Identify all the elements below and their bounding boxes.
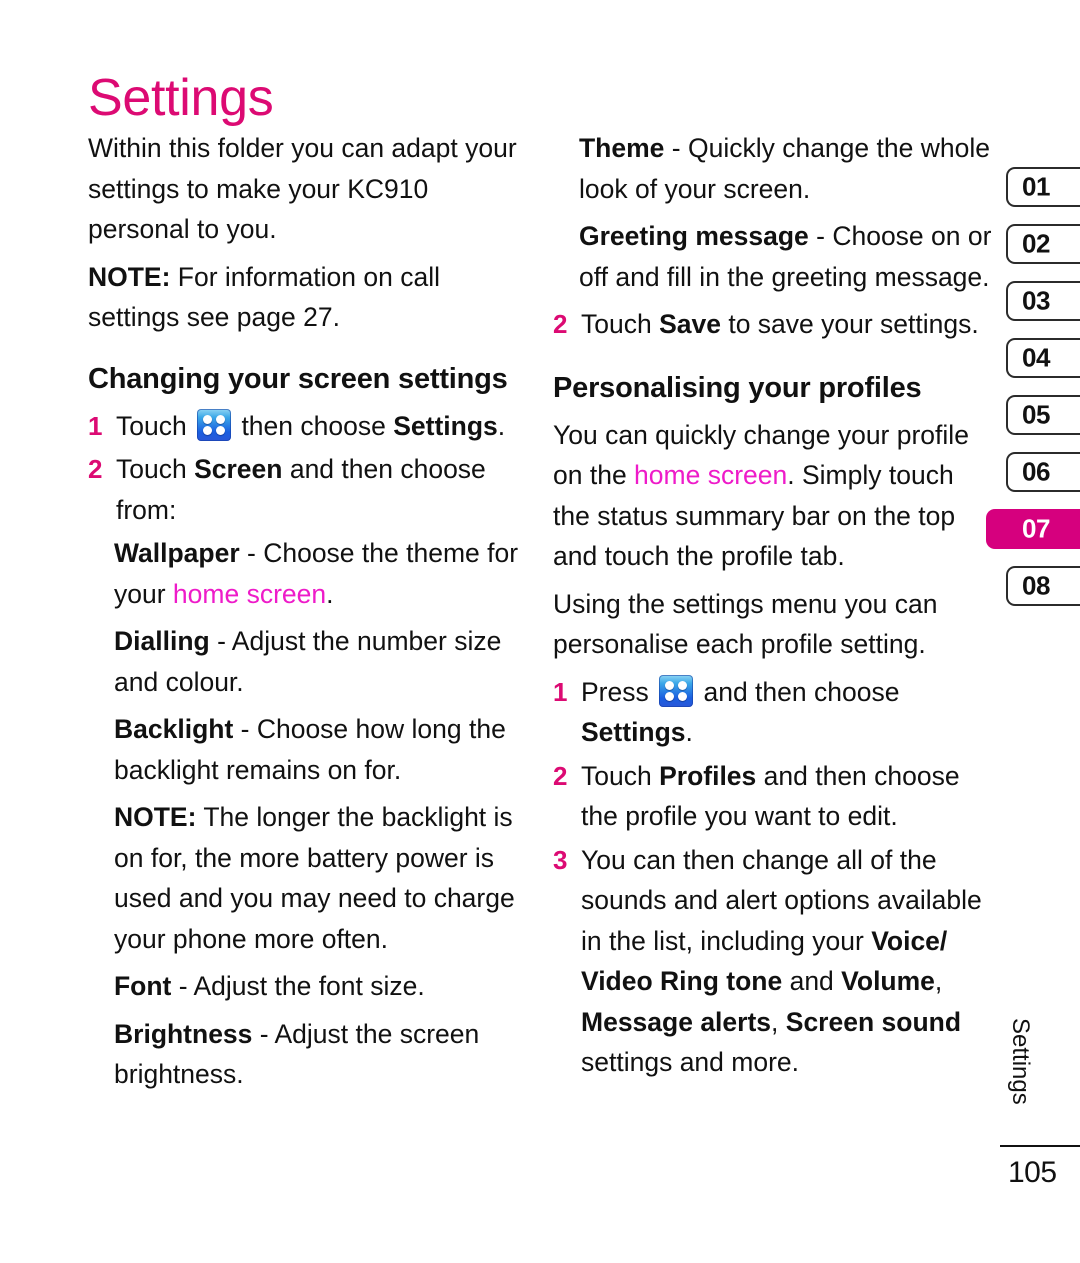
step-number: 2: [553, 309, 568, 339]
chapter-tab-07-active[interactable]: 07: [986, 509, 1080, 549]
page-number: 105: [1008, 1156, 1057, 1189]
step-bold-term: Save: [659, 309, 721, 339]
step-number: 2: [88, 454, 103, 484]
chapter-tab-03[interactable]: 03: [1006, 281, 1080, 321]
step-number: 1: [553, 676, 568, 707]
left-column: Within this folder you can adapt your se…: [88, 128, 528, 1102]
definition-font: Font - Adjust the font size.: [88, 966, 528, 1007]
chapter-tab-08[interactable]: 08: [1006, 566, 1080, 606]
menu-grid-icon: [659, 674, 694, 707]
definition-wallpaper: Wallpaper - Choose the theme for your ho…: [88, 533, 528, 614]
step-text-mid: and then choose: [696, 676, 900, 707]
profiles-paragraph-1: You can quickly change your profile on t…: [553, 415, 993, 577]
vertical-chapter-label: Settings: [1006, 1018, 1046, 1136]
menu-dot-4: [216, 425, 226, 435]
step-bold-term: Settings: [581, 717, 686, 747]
step3-bold-volume: Volume: [841, 966, 935, 996]
chapter-tab-04[interactable]: 04: [1006, 338, 1080, 378]
step3-text-e: ,: [771, 1006, 786, 1037]
definition-text-end: .: [326, 578, 334, 609]
heading-changing-screen-settings: Changing your screen settings: [88, 362, 508, 395]
step-text-before: Touch: [581, 760, 660, 791]
document-page: Settings Within this folder you can adap…: [0, 0, 1080, 1263]
home-screen-highlight: home screen: [172, 578, 327, 609]
menu-dot-3: [203, 425, 213, 435]
chapter-tab-label: 02: [1022, 228, 1050, 259]
list-item-step-2-save: 2 Touch Save to save your settings.: [553, 304, 993, 345]
definition-term: Backlight: [114, 714, 234, 744]
chapter-tab-label: 04: [1022, 342, 1050, 373]
step-bold-term: Screen: [194, 454, 283, 484]
step3-text-c: and: [782, 966, 842, 996]
note-paragraph-1: NOTE: For information on call settings s…: [88, 257, 528, 338]
definition-dialling: Dialling - Adjust the number size and co…: [88, 621, 528, 702]
definition-text: - Adjust the font size.: [171, 971, 425, 1001]
chapter-tab-05[interactable]: 05: [1006, 395, 1080, 435]
menu-dot-2: [678, 680, 688, 690]
menu-dot-1: [665, 680, 675, 690]
menu-dot-1: [203, 414, 213, 424]
chapter-tab-label: 06: [1022, 456, 1050, 487]
step-text-after: .: [497, 410, 506, 441]
step-text-before: Touch: [116, 454, 195, 484]
definition-term: Theme: [579, 133, 665, 163]
menu-dot-3: [665, 691, 675, 701]
step-bold-term: Settings: [393, 410, 498, 441]
step-number: 1: [88, 410, 103, 441]
definition-backlight: Backlight - Choose how long the backligh…: [88, 709, 528, 790]
chapter-tab-label: 01: [1022, 171, 1050, 202]
chapter-tab-label: 08: [1022, 570, 1050, 601]
profiles-paragraph-2: Using the settings menu you can personal…: [553, 588, 938, 660]
home-screen-highlight: home screen: [634, 460, 788, 490]
note-label: NOTE:: [114, 802, 197, 832]
chapter-tab-01[interactable]: 01: [1006, 167, 1080, 207]
chapter-tab-02[interactable]: 02: [1006, 224, 1080, 264]
intro-paragraph: Within this folder you can adapt your se…: [88, 133, 517, 244]
step-text-after: .: [685, 717, 693, 747]
chapter-tab-06[interactable]: 06: [1006, 452, 1080, 492]
list-item-step-2-left: 2 Touch Screen and then choose from:: [88, 449, 528, 530]
step3-text-f: settings and more.: [581, 1047, 800, 1077]
definition-term: Font: [114, 971, 172, 1001]
step3-text-d: ,: [934, 966, 943, 996]
chapter-tab-label: 03: [1022, 285, 1050, 316]
step3-bold-message-alerts: Message alerts: [581, 1006, 772, 1037]
step-text-before: Touch: [116, 410, 195, 441]
step-text-before: Press: [581, 676, 657, 707]
step-number: 2: [553, 760, 568, 791]
definition-term: Wallpaper: [114, 538, 240, 568]
heading-personalising-profiles: Personalising your profiles: [553, 371, 922, 404]
step-text-after: to save your settings.: [720, 309, 979, 339]
vertical-chapter-text: Settings: [1007, 1018, 1034, 1105]
definition-term: Dialling: [114, 626, 210, 656]
step3-bold-screen-sound: Screen sound: [785, 1006, 962, 1037]
step-text-mid: then choose: [234, 410, 394, 441]
menu-dot-2: [216, 414, 226, 424]
list-item-step-2-profiles: 2 Touch Profiles and then choose the prof…: [553, 756, 993, 837]
chapter-tabs: 01 02 03 04 05 06 07 08: [986, 167, 1080, 623]
definition-theme: Theme - Quickly change the whole look of…: [553, 128, 993, 209]
menu-grid-icon: [197, 408, 232, 441]
definition-brightness: Brightness - Adjust the screen brightnes…: [88, 1014, 528, 1095]
step-text-before: Touch: [581, 309, 660, 339]
definition-greeting-message: Greeting message - Choose on or off and …: [553, 216, 993, 297]
note-label: NOTE:: [88, 261, 171, 292]
list-item-step-1-right: 1 Press and then choose Settings.: [553, 672, 993, 753]
note-paragraph-2: NOTE: The longer the backlight is on for…: [88, 797, 528, 959]
list-item-step-3-profiles: 3 You can then change all of the sounds a…: [553, 840, 993, 1083]
footer-divider: [1000, 1145, 1080, 1147]
right-column: Theme - Quickly change the whole look of…: [553, 128, 993, 1086]
step-number: 3: [553, 844, 568, 875]
chapter-tab-label: 05: [1022, 399, 1050, 430]
page-title: Settings: [88, 68, 274, 127]
definition-term: Greeting message: [579, 221, 809, 251]
definition-term: Brightness: [114, 1018, 253, 1049]
step-bold-term: Profiles: [659, 760, 757, 791]
list-item-step-1-left: 1 Touch then choose Settings.: [88, 406, 528, 447]
chapter-tab-label: 07: [1022, 513, 1050, 544]
menu-dot-4: [678, 691, 688, 701]
